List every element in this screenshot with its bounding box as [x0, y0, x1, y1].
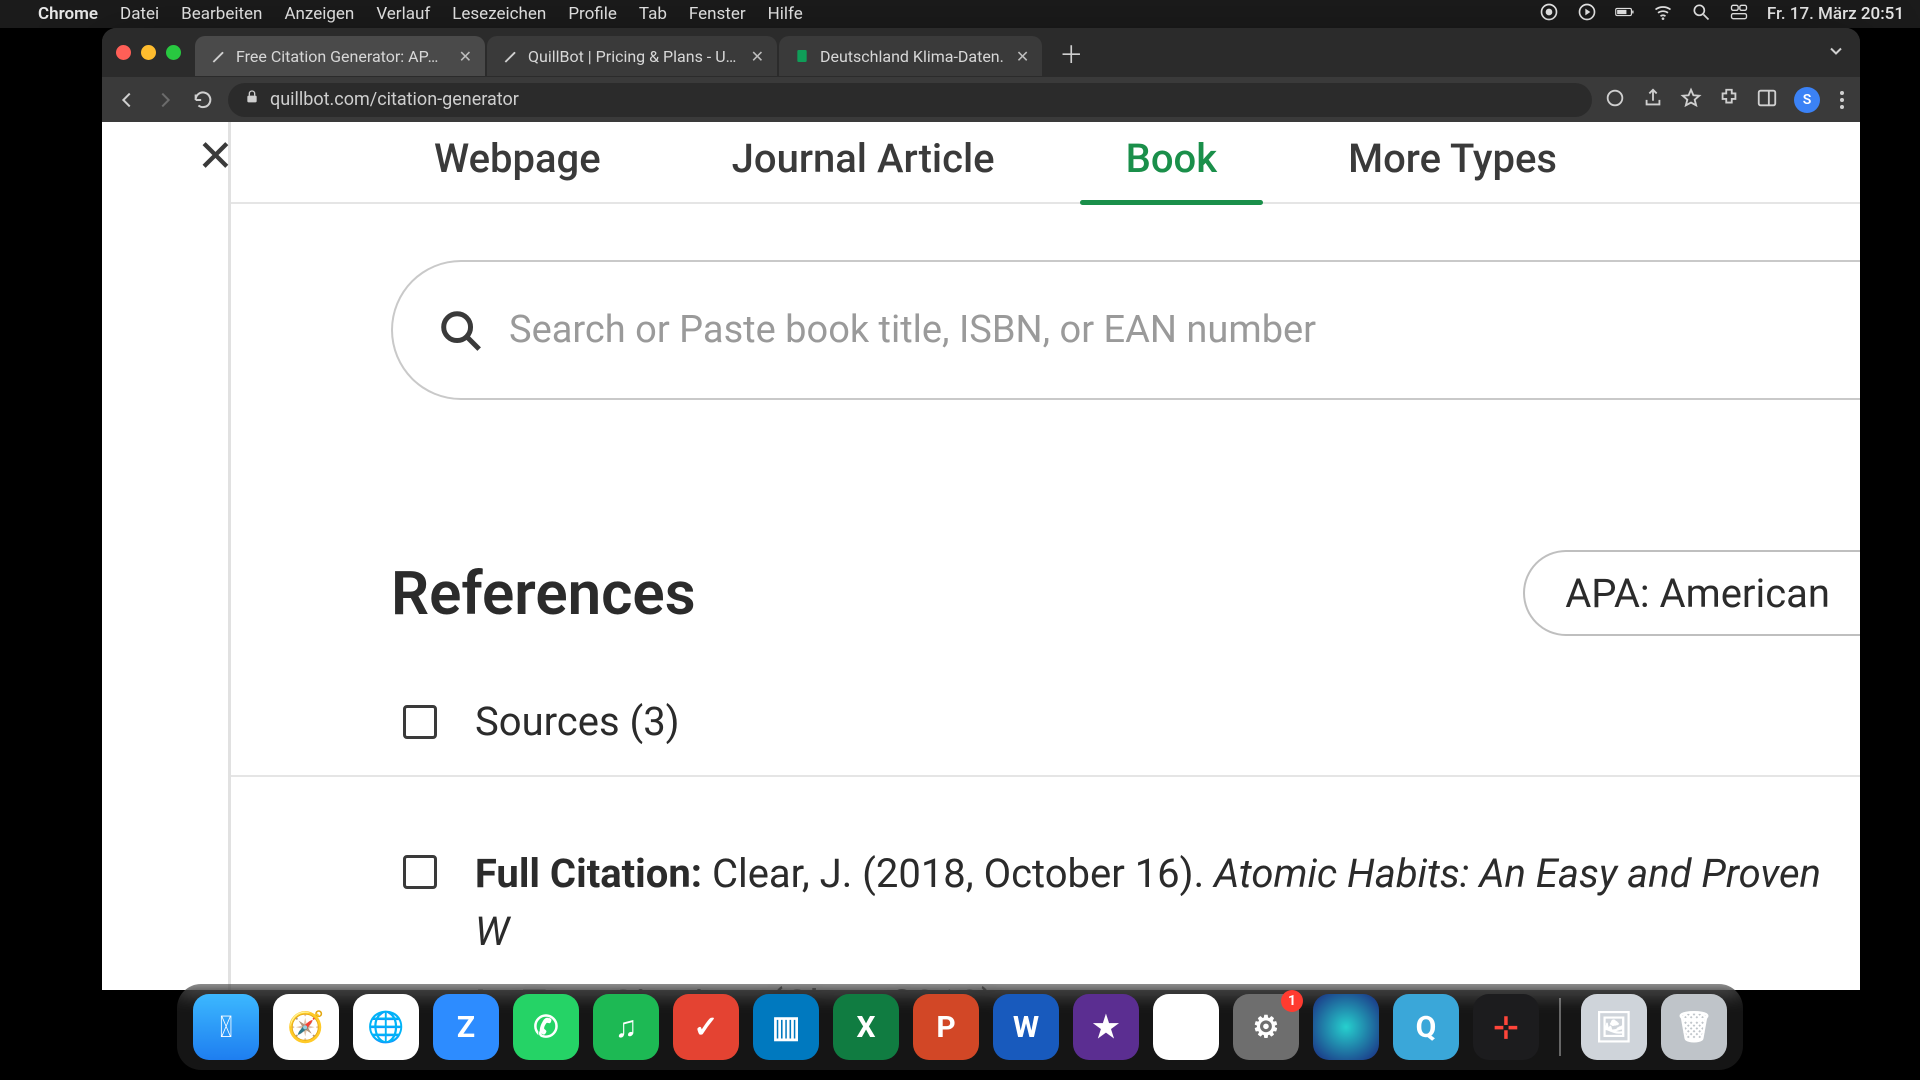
share-icon[interactable]	[1642, 87, 1664, 113]
browser-tab-1[interactable]: QuillBot | Pricing & Plans - Upg ✕	[487, 36, 777, 76]
browser-tab-2[interactable]: Deutschland Klima-Daten. ✕	[779, 36, 1042, 76]
omnibar: quillbot.com/citation-generator S	[102, 77, 1860, 122]
citation-checkbox[interactable]	[403, 855, 437, 889]
menu-lesezeichen[interactable]: Lesezeichen	[452, 4, 546, 24]
citation-author-date: Clear, J. (2018, October 16).	[712, 850, 1214, 897]
citation-entry: Full Citation: Clear, J. (2018, October …	[231, 777, 1860, 990]
window-minimize-button[interactable]	[141, 45, 156, 60]
dock-quicktime[interactable]: Q	[1393, 994, 1459, 1060]
citation-style-selector[interactable]: APA: American	[1523, 550, 1860, 636]
dock-trello[interactable]: ▥	[753, 994, 819, 1060]
mac-menubar: Chrome Datei Bearbeiten Anzeigen Verlauf…	[0, 0, 1920, 28]
nav-back-button[interactable]	[114, 87, 140, 113]
dock-finder[interactable]: 􀎞	[193, 994, 259, 1060]
dock-siri[interactable]	[1313, 994, 1379, 1060]
dock-trash[interactable]: 🗑	[1661, 994, 1727, 1060]
extensions-icon[interactable]	[1718, 87, 1740, 113]
playback-icon[interactable]	[1577, 2, 1597, 27]
tab-close-button[interactable]: ✕	[1013, 44, 1032, 69]
menu-verlauf[interactable]: Verlauf	[376, 4, 430, 24]
menu-fenster[interactable]: Fenster	[689, 4, 746, 24]
bookmark-star-icon[interactable]	[1680, 87, 1702, 113]
control-center-icon[interactable]	[1729, 2, 1749, 27]
profile-avatar[interactable]: S	[1794, 87, 1820, 113]
tab-book[interactable]: Book	[1088, 135, 1256, 202]
mac-dock: 􀎞 🧭 🌐 Z ✆ ♫ ✓ ▥ X P W ★ △ ⚙1 Q ⊹ 🖼 🗑	[177, 984, 1743, 1070]
book-search-field[interactable]	[391, 260, 1860, 400]
menu-tab[interactable]: Tab	[639, 4, 667, 24]
menu-bearbeiten[interactable]: Bearbeiten	[181, 4, 262, 24]
google-lens-icon[interactable]	[1604, 87, 1626, 113]
window-fullscreen-button[interactable]	[166, 45, 181, 60]
url-text: quillbot.com/citation-generator	[270, 89, 519, 110]
tab-close-button[interactable]: ✕	[456, 44, 475, 69]
nav-reload-button[interactable]	[190, 87, 216, 113]
dock-spotify[interactable]: ♫	[593, 994, 659, 1060]
battery-icon[interactable]	[1615, 2, 1635, 27]
dock-zoom[interactable]: Z	[433, 994, 499, 1060]
source-type-tabs: Webpage Journal Article Book More Types	[231, 122, 1860, 204]
browser-tab-0[interactable]: Free Citation Generator: APA, M ✕	[195, 36, 485, 76]
window-close-button[interactable]	[116, 45, 131, 60]
tab-more-types[interactable]: More Types	[1310, 135, 1595, 202]
close-panel-icon[interactable]: ✕	[197, 130, 234, 182]
dock-todoist[interactable]: ✓	[673, 994, 739, 1060]
tab-close-button[interactable]: ✕	[748, 44, 767, 69]
nav-forward-button[interactable]	[152, 87, 178, 113]
screen-record-icon[interactable]	[1539, 2, 1559, 27]
spotlight-icon[interactable]	[1691, 2, 1711, 27]
menu-datei[interactable]: Datei	[120, 4, 159, 24]
select-all-sources-checkbox[interactable]	[403, 705, 437, 739]
full-citation-label: Full Citation:	[475, 850, 702, 897]
tab-title: Deutschland Klima-Daten.	[820, 47, 1004, 66]
tab-overflow-button[interactable]	[1826, 41, 1846, 65]
dock-safari[interactable]: 🧭	[273, 994, 339, 1060]
dock-imovie[interactable]: ★	[1073, 994, 1139, 1060]
sources-count-label: Sources (3)	[475, 698, 680, 745]
menubar-app-name[interactable]: Chrome	[38, 4, 98, 24]
page-viewport: ✕ Webpage Journal Article Book More Type…	[102, 122, 1860, 990]
book-search-input[interactable]	[509, 308, 1860, 352]
address-bar[interactable]: quillbot.com/citation-generator	[228, 83, 1592, 117]
dock-whatsapp[interactable]: ✆	[513, 994, 579, 1060]
sheets-favicon-icon	[793, 47, 811, 65]
references-heading: References	[391, 558, 1483, 629]
menu-hilfe[interactable]: Hilfe	[768, 4, 803, 24]
menubar-clock[interactable]: Fr. 17. März 20:51	[1767, 4, 1904, 24]
window-controls	[116, 45, 181, 60]
lock-icon	[244, 89, 260, 110]
settings-badge: 1	[1281, 990, 1303, 1012]
dock-voicememos[interactable]: ⊹	[1473, 994, 1539, 1060]
dock-preview[interactable]: 🖼	[1581, 994, 1647, 1060]
tab-journal-article[interactable]: Journal Article	[694, 135, 1033, 202]
dock-separator	[1559, 998, 1561, 1056]
new-tab-button[interactable]: ＋	[1054, 36, 1088, 70]
tab-title: Free Citation Generator: APA, M	[236, 47, 447, 66]
menu-anzeigen[interactable]: Anzeigen	[284, 4, 354, 24]
dock-powerpoint[interactable]: P	[913, 994, 979, 1060]
quillbot-favicon-icon	[501, 47, 519, 65]
wifi-icon[interactable]	[1653, 2, 1673, 27]
search-icon	[437, 307, 483, 353]
tab-title: QuillBot | Pricing & Plans - Upg	[528, 47, 739, 66]
dock-chrome[interactable]: 🌐	[353, 994, 419, 1060]
quillbot-favicon-icon	[209, 47, 227, 65]
dock-drive[interactable]: △	[1153, 994, 1219, 1060]
dock-settings[interactable]: ⚙1	[1233, 994, 1299, 1060]
chrome-menu-button[interactable]	[1836, 87, 1848, 113]
tab-strip: Free Citation Generator: APA, M ✕ QuillB…	[102, 28, 1860, 77]
tab-webpage[interactable]: Webpage	[396, 135, 639, 202]
chrome-window: Free Citation Generator: APA, M ✕ QuillB…	[102, 28, 1860, 990]
dock-excel[interactable]: X	[833, 994, 899, 1060]
menu-profile[interactable]: Profile	[568, 4, 617, 24]
side-panel-icon[interactable]	[1756, 87, 1778, 113]
dock-word[interactable]: W	[993, 994, 1059, 1060]
